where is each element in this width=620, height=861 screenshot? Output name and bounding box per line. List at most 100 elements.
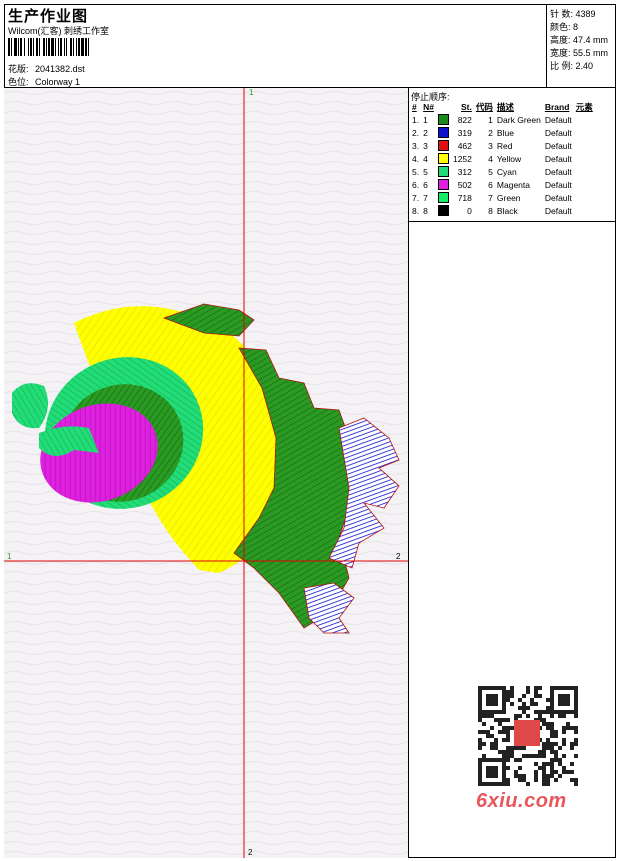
qr-code bbox=[470, 680, 586, 792]
row-element bbox=[574, 204, 595, 217]
row-element bbox=[574, 165, 595, 178]
row-description: Dark Green bbox=[496, 114, 541, 125]
color-swatch bbox=[436, 178, 451, 191]
stat-colors: 颜色: 8 bbox=[550, 22, 579, 32]
row-index: 1. bbox=[412, 114, 420, 125]
color-swatch bbox=[436, 165, 451, 178]
row-index: 6. bbox=[412, 179, 420, 190]
row-description: Cyan bbox=[496, 166, 517, 177]
row-needle: 7 bbox=[423, 192, 428, 203]
table-row: 8. 8 0 8 Black Default bbox=[410, 204, 595, 217]
row-stitches: 312 bbox=[457, 166, 472, 177]
row-stitches: 319 bbox=[457, 127, 472, 138]
row-element bbox=[574, 178, 595, 191]
row-code: 4 bbox=[488, 153, 493, 164]
row-index: 4. bbox=[412, 153, 420, 164]
row-description: Blue bbox=[496, 127, 514, 138]
row-description: Green bbox=[496, 192, 521, 203]
color-swatch-box bbox=[437, 127, 449, 139]
row-element bbox=[574, 126, 595, 139]
axis-label-right: 2 bbox=[396, 552, 401, 561]
table-row: 5. 5 312 5 Cyan Default bbox=[410, 165, 595, 178]
table-row: 1. 1 822 1 Dark Green Default bbox=[410, 113, 595, 126]
design-label: 花版: bbox=[8, 64, 29, 74]
row-stitches: 718 bbox=[457, 192, 472, 203]
row-element bbox=[574, 139, 595, 152]
colorway-value: Colorway 1 bbox=[35, 77, 81, 87]
row-brand: Default bbox=[544, 140, 572, 151]
qr-code-image bbox=[478, 686, 578, 786]
row-brand: Default bbox=[544, 205, 572, 216]
barcode bbox=[8, 38, 140, 56]
axis-label-left: 1 bbox=[7, 552, 12, 561]
row-index: 5. bbox=[412, 166, 420, 177]
row-brand: Default bbox=[544, 179, 572, 190]
row-stitches: 462 bbox=[457, 140, 472, 151]
stop-sequence-table: # N# St. 代码 描述 Brand 元素 1. 1 822 1 Dark Gree… bbox=[410, 101, 595, 217]
row-needle: 1 bbox=[423, 114, 428, 125]
stop-sequence-panel: 停止顺序: # N# St. 代码 描述 Brand 元素 1. 1 822 1 Dar… bbox=[409, 88, 616, 222]
color-swatch bbox=[436, 139, 451, 152]
row-code: 5 bbox=[488, 166, 493, 177]
row-description: Magenta bbox=[496, 179, 530, 190]
color-swatch bbox=[436, 126, 451, 139]
row-element bbox=[574, 152, 595, 165]
col-index: # bbox=[412, 102, 417, 112]
row-index: 3. bbox=[412, 140, 420, 151]
row-brand: Default bbox=[544, 127, 572, 138]
row-brand: Default bbox=[544, 153, 572, 164]
color-swatch-box bbox=[437, 140, 449, 152]
row-index: 8. bbox=[412, 205, 420, 216]
design-canvas: 1 2 1 2 bbox=[4, 88, 409, 858]
color-swatch bbox=[436, 204, 451, 217]
row-stitches: 822 bbox=[457, 114, 472, 125]
table-row: 7. 7 718 7 Green Default bbox=[410, 191, 595, 204]
page-title: 生产作业图 bbox=[8, 8, 89, 25]
color-swatch-box bbox=[437, 153, 449, 165]
studio-name: Wilcom(汇客) 刺绣工作室 bbox=[8, 26, 109, 36]
color-swatch-box bbox=[437, 179, 449, 191]
watermark-logo: 6xiu.com bbox=[476, 790, 567, 812]
row-code: 3 bbox=[488, 140, 493, 151]
col-stitches: St. bbox=[461, 102, 472, 112]
row-stitches: 1252 bbox=[452, 153, 472, 164]
table-row: 2. 2 319 2 Blue Default bbox=[410, 126, 595, 139]
color-swatch bbox=[436, 152, 451, 165]
axis-label-top: 1 bbox=[249, 88, 254, 97]
row-needle: 5 bbox=[423, 166, 428, 177]
colorway-label: 色位: bbox=[8, 77, 29, 87]
green-mouth bbox=[39, 426, 99, 457]
color-swatch bbox=[436, 113, 451, 126]
col-element: 元素 bbox=[575, 102, 593, 112]
color-swatch-box bbox=[437, 114, 449, 126]
row-element bbox=[574, 113, 595, 126]
stat-stitches: 针 数: 4389 bbox=[550, 9, 596, 19]
row-needle: 8 bbox=[423, 205, 428, 216]
row-needle: 3 bbox=[423, 140, 428, 151]
row-needle: 4 bbox=[423, 153, 428, 164]
row-stitches: 502 bbox=[457, 179, 472, 190]
colorway-row: 色位: Colorway 1 bbox=[8, 75, 80, 88]
design-file-value: 2041382.dst bbox=[35, 64, 85, 74]
row-description: Red bbox=[496, 140, 513, 151]
row-needle: 6 bbox=[423, 179, 428, 190]
color-swatch bbox=[436, 191, 451, 204]
row-code: 1 bbox=[488, 114, 493, 125]
stat-scale: 比 例: 2.40 bbox=[550, 61, 594, 71]
color-swatch-box bbox=[437, 192, 449, 204]
table-row: 3. 3 462 3 Red Default bbox=[410, 139, 595, 152]
row-description: Yellow bbox=[496, 153, 522, 164]
col-needle: N# bbox=[423, 102, 434, 112]
stat-height: 高度: 47.4 mm bbox=[550, 35, 609, 45]
col-brand: Brand bbox=[544, 102, 570, 112]
row-code: 8 bbox=[488, 205, 493, 216]
table-row: 4. 4 1252 4 Yellow Default bbox=[410, 152, 595, 165]
table-header-row: # N# St. 代码 描述 Brand 元素 bbox=[410, 101, 595, 113]
row-index: 7. bbox=[412, 192, 420, 203]
axis-label-bottom: 2 bbox=[248, 848, 253, 857]
row-brand: Default bbox=[544, 166, 572, 177]
col-code: 代码 bbox=[475, 102, 493, 112]
row-code: 7 bbox=[488, 192, 493, 203]
color-swatch-box bbox=[437, 166, 449, 178]
row-index: 2. bbox=[412, 127, 420, 138]
